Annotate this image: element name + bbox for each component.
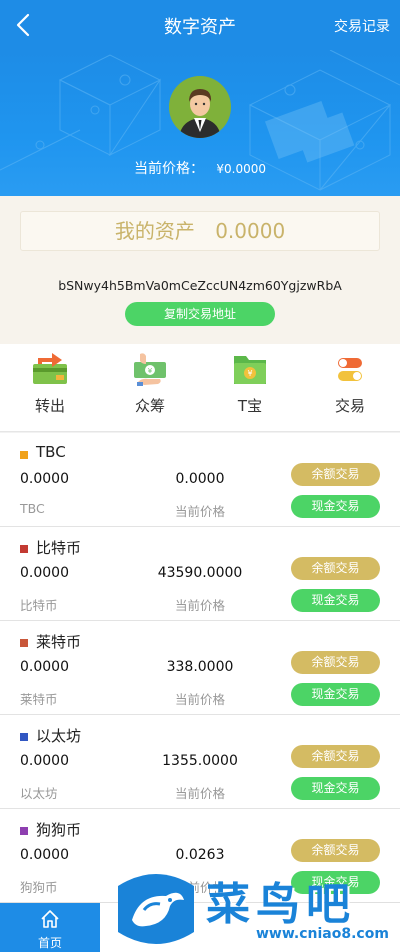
coin-card-tbc: TBC 0.0000 0.0000 TBC 当前价格 余额交易 现金交易 xyxy=(0,433,400,527)
quick-nav-label: 转出 xyxy=(34,397,65,415)
coin-price: 0.0000 xyxy=(175,471,225,487)
my-assets-label: 我的资产 xyxy=(114,219,195,243)
coin-price: 43590.0000 xyxy=(157,565,243,581)
cash-trade-button[interactable]: 现金交易 xyxy=(291,683,380,706)
coin-color-dot xyxy=(20,827,28,835)
coin-card-litecoin: 莱特币 0.0000 338.0000 莱特币 当前价格 余额交易 现金交易 xyxy=(0,621,400,715)
my-assets-section: 我的资产 0.0000 bSNwy4h5BmVa0mCeZccUN4zm60Yg… xyxy=(0,196,400,344)
home-icon xyxy=(41,910,59,928)
coin-color-dot xyxy=(20,639,28,647)
coin-price: 0.0263 xyxy=(175,847,225,863)
coin-color-dot xyxy=(20,451,28,459)
coin-balance: 0.0000 xyxy=(20,471,69,487)
balance-trade-button[interactable]: 余额交易 xyxy=(291,651,380,674)
quick-nav-tbao[interactable]: ¥ T宝 xyxy=(200,344,300,432)
balance-trade-button[interactable]: 余额交易 xyxy=(291,557,380,580)
watermark-url: www.cniao8.com xyxy=(256,926,389,942)
hero-banner: 当前价格： ¥0.0000 xyxy=(0,50,400,196)
balance-trade-button[interactable]: 余额交易 xyxy=(291,839,380,862)
coin-card-bitcoin: 比特币 0.0000 43590.0000 比特币 当前价格 余额交易 现金交易 xyxy=(0,527,400,621)
my-assets-amount: 0.0000 xyxy=(215,219,286,243)
coin-balance: 0.0000 xyxy=(20,847,69,863)
tab-home[interactable]: 首页 xyxy=(0,903,100,952)
transfer-out-icon xyxy=(33,353,67,384)
coin-color-dot xyxy=(20,733,28,741)
coin-price-label: 当前价格 xyxy=(174,504,225,519)
cash-trade-button[interactable]: 现金交易 xyxy=(291,589,380,612)
coin-balance: 0.0000 xyxy=(20,565,69,581)
coin-name: TBC xyxy=(36,443,66,461)
coin-price-label: 当前价格 xyxy=(174,786,225,801)
coin-symbol: TBC xyxy=(20,501,45,516)
quick-nav-trade[interactable]: 交易 xyxy=(300,344,400,432)
coin-symbol: 以太坊 xyxy=(20,786,58,801)
bird-logo-icon xyxy=(118,874,194,944)
svg-text:¥: ¥ xyxy=(247,369,252,378)
coin-price: 338.0000 xyxy=(166,659,234,675)
businessman-avatar-icon xyxy=(169,76,231,138)
user-avatar[interactable] xyxy=(169,76,231,138)
current-price-value: ¥0.0000 xyxy=(216,162,267,176)
coin-symbol: 比特币 xyxy=(20,598,58,613)
coin-name: 比特币 xyxy=(36,539,82,557)
tab-home-label: 首页 xyxy=(37,936,62,950)
quick-nav-label: T宝 xyxy=(237,397,263,415)
coin-price-label: 当前价格 xyxy=(174,692,225,707)
quick-nav-transfer-out[interactable]: 转出 xyxy=(0,344,100,432)
cash-trade-button[interactable]: 现金交易 xyxy=(291,495,380,518)
coin-color-dot xyxy=(20,545,28,553)
svg-text:¥: ¥ xyxy=(148,367,153,375)
my-assets-box: 我的资产 0.0000 xyxy=(20,211,380,251)
quick-nav-label: 交易 xyxy=(334,397,365,415)
coin-balance: 0.0000 xyxy=(20,753,69,769)
coin-name: 莱特币 xyxy=(36,633,82,651)
trade-toggle-icon xyxy=(338,358,362,381)
cash-trade-button[interactable]: 现金交易 xyxy=(291,777,380,800)
quick-nav-label: 众筹 xyxy=(134,397,165,415)
coin-card-ethereum: 以太坊 0.0000 1355.0000 以太坊 当前价格 余额交易 现金交易 xyxy=(0,715,400,809)
coin-price-label: 当前价格 xyxy=(174,598,225,613)
coin-balance: 0.0000 xyxy=(20,659,69,675)
coin-symbol: 狗狗币 xyxy=(20,880,58,895)
watermark-title: 菜鸟吧 xyxy=(206,879,356,930)
current-price-line: 当前价格： ¥0.0000 xyxy=(0,158,400,178)
site-watermark: 菜鸟吧 www.cniao8.com xyxy=(110,866,400,952)
top-bar: 数字资产 交易记录 xyxy=(0,0,400,50)
wallet-address: bSNwy4h5BmVa0mCeZccUN4zm60YgjzwRbA xyxy=(58,278,342,293)
quick-nav-crowdfunding[interactable]: ¥ 众筹 xyxy=(100,344,200,432)
coin-price: 1355.0000 xyxy=(162,753,238,769)
crowdfunding-icon: ¥ xyxy=(134,353,166,386)
tbao-wallet-icon: ¥ xyxy=(234,356,266,384)
coin-symbol: 莱特币 xyxy=(20,692,58,707)
digital-assets-page: 数字资产 交易记录 当前价格： ¥0.0000 我的资产 0.0000 bSNw… xyxy=(0,0,400,952)
quick-nav: 转出 ¥ 众筹 ¥ T宝 交易 xyxy=(0,344,400,432)
balance-trade-button[interactable]: 余额交易 xyxy=(291,463,380,486)
current-price-label: 当前价格： xyxy=(133,161,204,177)
copy-address-button[interactable]: 复制交易地址 xyxy=(125,302,275,326)
coin-name: 以太坊 xyxy=(36,727,82,745)
transaction-records-link[interactable]: 交易记录 xyxy=(334,16,390,36)
balance-trade-button[interactable]: 余额交易 xyxy=(291,745,380,768)
coin-name: 狗狗币 xyxy=(36,821,82,839)
